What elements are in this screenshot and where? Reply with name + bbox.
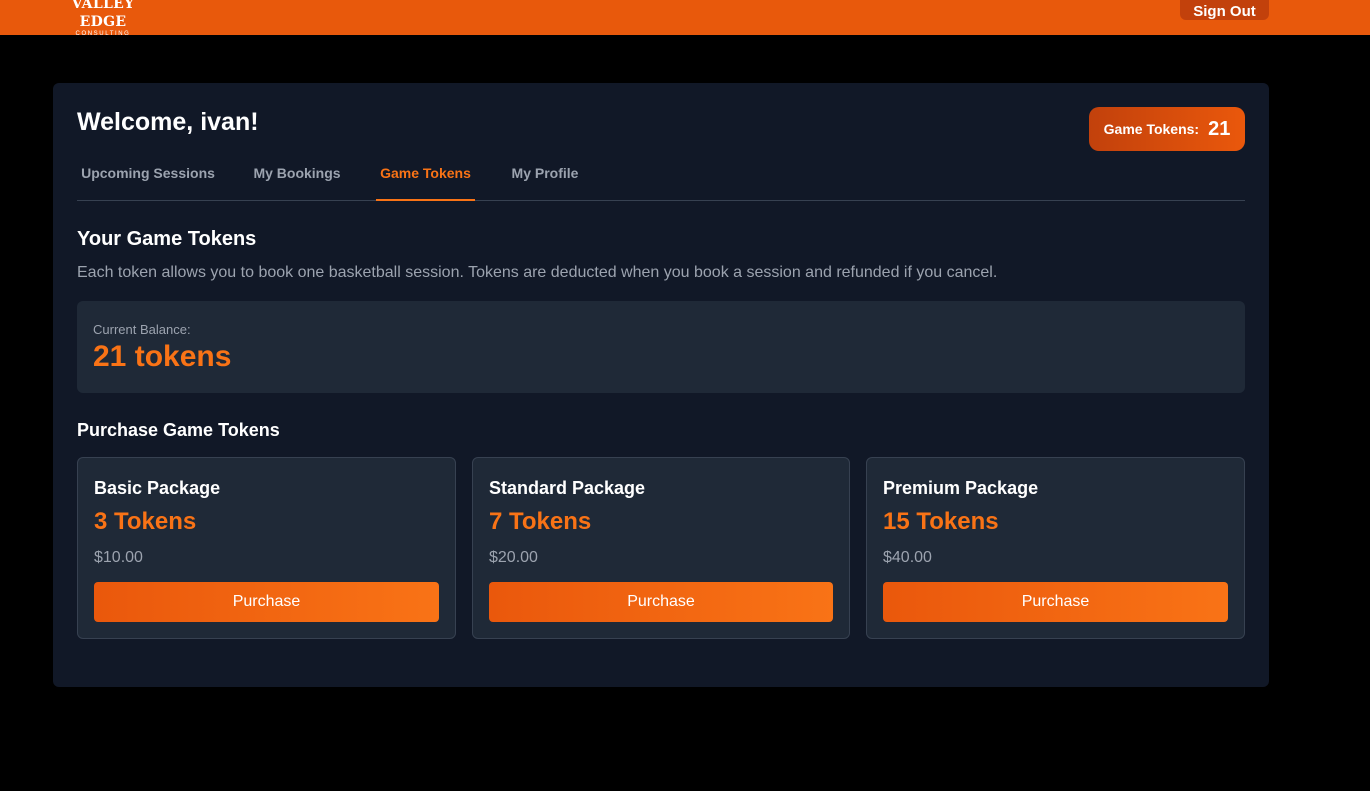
- tokens-section-title: Your Game Tokens: [77, 228, 257, 250]
- package-token-count: 3 Tokens: [94, 508, 197, 535]
- welcome-heading: Welcome, ivan!: [77, 108, 259, 136]
- package-name: Basic Package: [94, 478, 221, 498]
- package-card-basic: Basic Package 3 Tokens $10.00 Purchase: [77, 457, 456, 639]
- logo-text: VALLEY EDGE: [71, 0, 135, 30]
- logo-subtext: CONSULTING: [75, 31, 131, 37]
- token-badge-count: 21: [1208, 117, 1231, 140]
- tab-my-profile[interactable]: My Profile: [507, 157, 583, 201]
- balance-label: Current Balance:: [93, 322, 191, 337]
- tab-my-bookings[interactable]: My Bookings: [249, 157, 345, 201]
- game-tokens-badge: Game Tokens: 21: [1089, 107, 1245, 151]
- purchase-section-title: Purchase Game Tokens: [77, 420, 280, 440]
- purchase-basic-button[interactable]: Purchase: [94, 582, 439, 622]
- package-token-count: 7 Tokens: [489, 508, 592, 535]
- top-navigation-bar: VALLEY EDGE CONSULTING Sign Out: [0, 0, 1370, 37]
- purchase-premium-button[interactable]: Purchase: [883, 582, 1228, 622]
- tokens-section-description: Each token allows you to book one basket…: [77, 264, 998, 281]
- tab-upcoming-sessions[interactable]: Upcoming Sessions: [77, 157, 219, 201]
- tab-game-tokens[interactable]: Game Tokens: [376, 157, 475, 201]
- package-card-standard: Standard Package 7 Tokens $20.00 Purchas…: [472, 457, 850, 639]
- package-price: $10.00: [94, 549, 143, 566]
- package-price: $20.00: [489, 549, 538, 566]
- purchase-standard-button[interactable]: Purchase: [489, 582, 833, 622]
- token-badge-label: Game Tokens:: [1103, 121, 1200, 137]
- current-balance-box: Current Balance: 21 tokens: [77, 301, 1245, 393]
- sign-out-button[interactable]: Sign Out: [1180, 0, 1269, 20]
- package-card-premium: Premium Package 15 Tokens $40.00 Purchas…: [866, 457, 1245, 639]
- package-name: Standard Package: [489, 478, 646, 498]
- package-token-count: 15 Tokens: [883, 508, 999, 535]
- valley-edge-logo[interactable]: VALLEY EDGE CONSULTING: [56, 0, 150, 37]
- dashboard-tabs: Upcoming Sessions My Bookings Game Token…: [77, 157, 1245, 201]
- package-price: $40.00: [883, 549, 932, 566]
- balance-value: 21 tokens: [93, 340, 232, 373]
- dashboard-panel: Welcome, ivan! Game Tokens: 21 Upcoming …: [53, 83, 1269, 687]
- package-name: Premium Package: [883, 478, 1039, 498]
